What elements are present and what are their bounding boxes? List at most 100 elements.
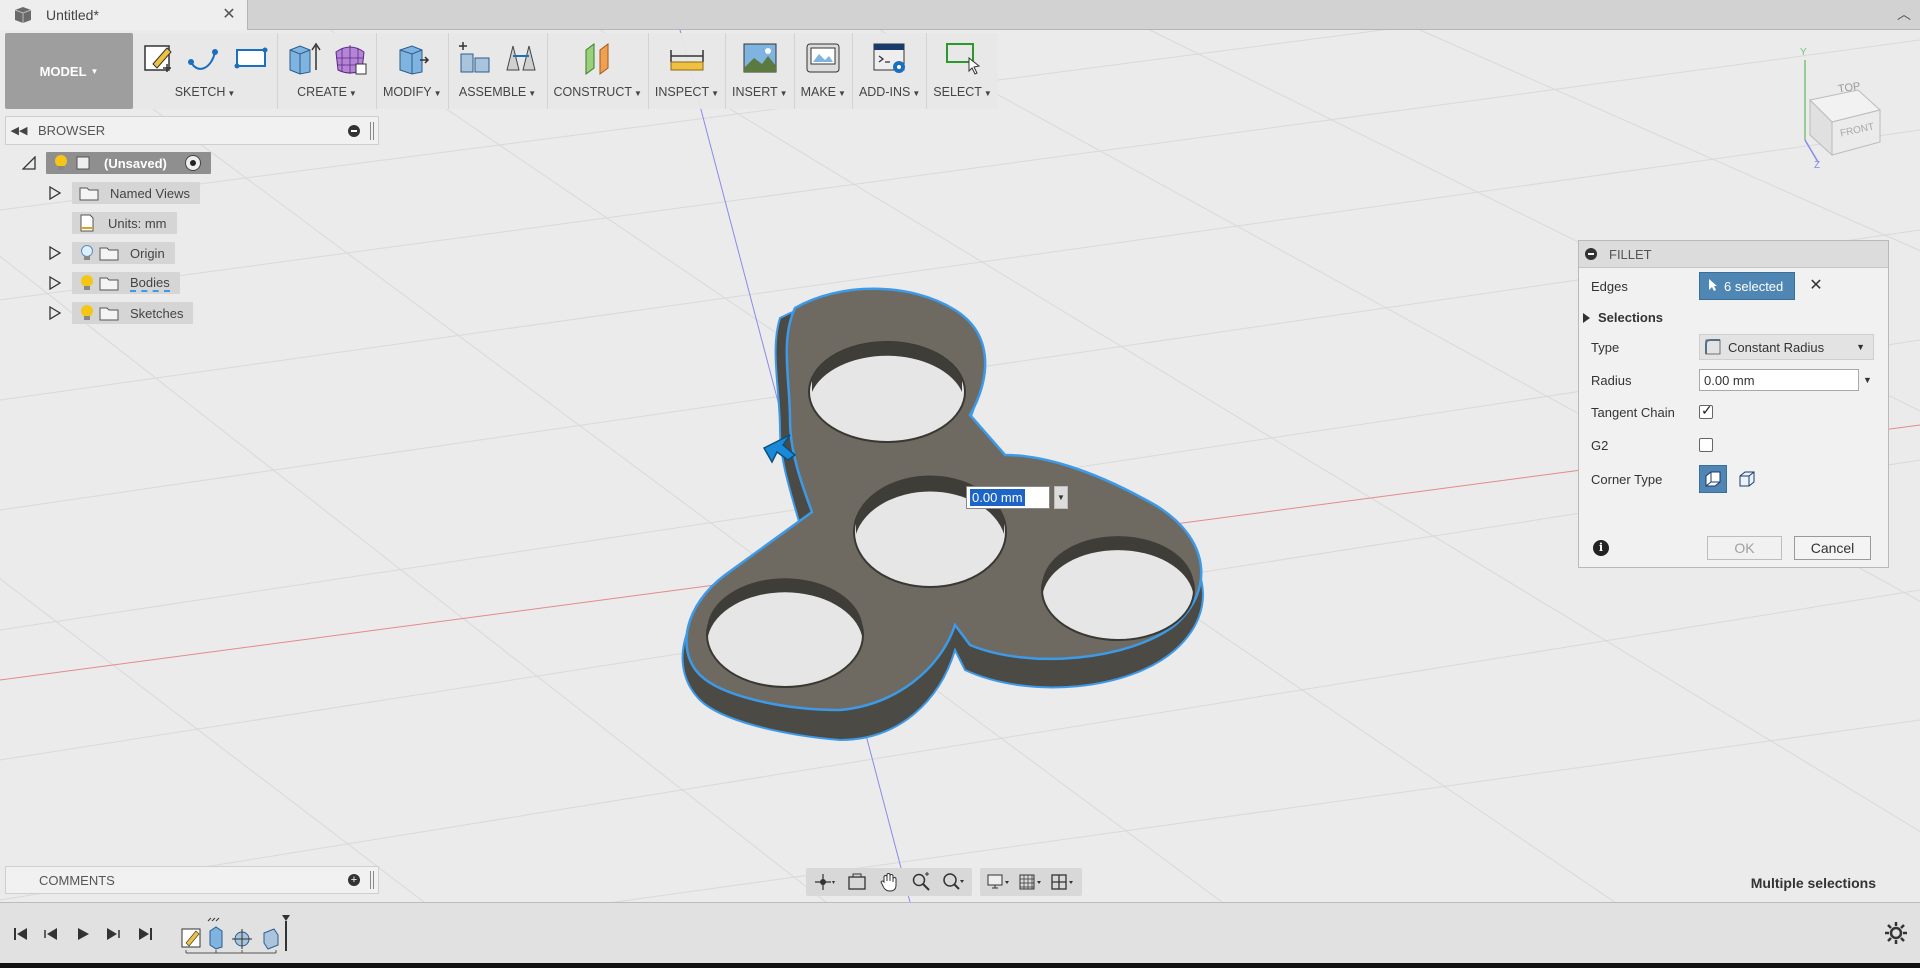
selection-status-text: Multiple selections [1750, 875, 1876, 891]
info-icon[interactable]: i [1593, 540, 1609, 556]
spinner-body[interactable] [681, 287, 1204, 742]
look-at-icon[interactable] [844, 871, 870, 893]
browser-root-label: (Unsaved) [104, 155, 167, 171]
collapse-browser-icon[interactable]: ◀◀ [6, 124, 32, 137]
edges-row: Edges 6 selected ✕ [1591, 272, 1881, 300]
edges-selection-button[interactable]: 6 selected [1699, 272, 1795, 300]
scripts-addins-icon[interactable] [870, 38, 910, 78]
expand-triangle-icon[interactable] [48, 306, 62, 320]
zoom-icon[interactable] [908, 871, 934, 893]
measure-icon[interactable] [667, 38, 707, 78]
main-toolbar: MODEL ▼ SKETCH ▼ CREATE ▼ MODIFY ▼ ASSEM… [5, 33, 998, 109]
new-component-icon[interactable] [455, 38, 495, 78]
toolbar-group-insert[interactable]: INSERT ▼ [726, 33, 795, 109]
expand-triangle-icon[interactable] [48, 246, 62, 260]
collapse-triangle-icon[interactable] [22, 156, 36, 170]
collapse-dialog-icon[interactable] [1585, 248, 1597, 260]
rectangle-tool-icon[interactable] [231, 38, 271, 78]
fillet-dialog-header[interactable]: FILLET [1579, 241, 1888, 268]
insert-image-icon[interactable] [740, 38, 780, 78]
folder-icon [78, 182, 100, 204]
form-icon[interactable] [330, 38, 370, 78]
toolbar-group-label: INSPECT [654, 85, 710, 99]
line-tool-icon[interactable] [185, 38, 225, 78]
toolbar-group-make[interactable]: MAKE ▼ [795, 33, 853, 109]
viewports-icon[interactable] [1050, 871, 1076, 893]
comments-panel-header[interactable]: COMMENTS + [5, 866, 379, 894]
toolbar-group-label: ASSEMBLE [458, 85, 527, 99]
toolbar-group-construct[interactable]: CONSTRUCT ▼ [548, 33, 649, 109]
expand-triangle-icon[interactable] [48, 186, 62, 200]
visibility-bulb-icon[interactable] [76, 272, 98, 294]
toolbar-group-sketch[interactable]: SKETCH ▼ [133, 33, 278, 109]
add-comment-icon[interactable]: + [348, 874, 360, 886]
type-dropdown[interactable]: Constant Radius ▼ [1699, 334, 1874, 360]
timeline-settings-gear-icon[interactable] [1884, 921, 1908, 945]
canvas-value-box[interactable]: 0.00 mm [966, 486, 1050, 509]
go-to-start-icon[interactable] [8, 923, 34, 945]
chevron-up-icon[interactable]: ︿ [1894, 4, 1914, 24]
workspace-switcher[interactable]: MODEL ▼ [5, 33, 133, 109]
toolbar-group-inspect[interactable]: INSPECT ▼ [649, 33, 727, 109]
cancel-button[interactable]: Cancel [1794, 536, 1871, 560]
expand-triangle-icon[interactable] [48, 276, 62, 290]
toolbar-group-create[interactable]: CREATE ▼ [278, 33, 377, 109]
create-sketch-icon[interactable] [139, 38, 179, 78]
browser-item-named-views[interactable]: Named Views [48, 182, 200, 204]
toolbar-group-modify[interactable]: MODIFY ▼ [377, 33, 449, 109]
toolbar-group-add-ins[interactable]: ADD-INS ▼ [853, 33, 928, 109]
step-back-icon[interactable] [38, 923, 64, 945]
browser-item-origin[interactable]: Origin [48, 242, 175, 264]
visibility-bulb-icon[interactable] [76, 302, 98, 324]
timeline-features[interactable] [178, 915, 308, 955]
minimize-browser-icon[interactable] [348, 124, 360, 137]
selections-section-toggle[interactable]: Selections [1583, 310, 1663, 325]
browser-item-units[interactable]: Units: mm [72, 212, 177, 234]
corner-type-row: Corner Type [1591, 463, 1881, 495]
toolbar-group-select[interactable]: SELECT ▼ [927, 33, 998, 109]
toolbar-group-label: CONSTRUCT [553, 85, 632, 99]
step-forward-icon[interactable] [100, 923, 126, 945]
drag-handle-icon[interactable] [370, 121, 374, 140]
canvas-value-dropdown-icon[interactable]: ▼ [1054, 486, 1068, 509]
ok-button[interactable]: OK [1707, 536, 1782, 560]
fillet-radius-canvas-input[interactable]: 0.00 mm ▼ [966, 485, 1068, 510]
tangent-chain-checkbox[interactable] [1699, 402, 1713, 419]
drag-handle-icon[interactable] [370, 871, 374, 889]
g2-checkbox[interactable] [1699, 438, 1713, 452]
go-to-end-icon[interactable] [132, 923, 158, 945]
fit-to-window-icon[interactable] [940, 871, 966, 893]
radius-dropdown-icon[interactable]: ▼ [1863, 375, 1872, 385]
browser-item-sketches[interactable]: Sketches [48, 302, 194, 324]
visibility-bulb-off-icon[interactable] [76, 242, 98, 264]
activate-radio-icon[interactable] [184, 155, 201, 171]
rolling-ball-corner-icon[interactable] [1699, 465, 1727, 493]
3d-print-icon[interactable] [803, 38, 843, 78]
browser-item-bodies[interactable]: Bodies [48, 272, 180, 294]
press-pull-icon[interactable] [392, 38, 432, 78]
move-feature-icon [232, 929, 252, 949]
fillet-dialog-title: FILLET [1609, 246, 1652, 262]
cursor-arrow-icon [1708, 278, 1718, 295]
view-cube[interactable] [1804, 60, 1882, 163]
display-settings-icon[interactable] [986, 871, 1012, 893]
offset-plane-icon[interactable] [578, 38, 618, 78]
pan-hand-icon[interactable] [876, 871, 902, 893]
select-window-icon[interactable] [943, 38, 983, 78]
display-settings-group [980, 868, 1082, 896]
play-icon[interactable] [70, 923, 96, 945]
browser-header[interactable]: ◀◀ BROWSER [5, 116, 379, 145]
setback-corner-icon[interactable] [1733, 465, 1761, 493]
document-tab[interactable]: Untitled* ✕ [0, 0, 248, 30]
orbit-icon[interactable] [812, 871, 838, 893]
timeline-marker-icon [282, 915, 290, 921]
grid-settings-icon[interactable] [1018, 871, 1044, 893]
joint-icon[interactable] [501, 38, 541, 78]
clear-selection-icon[interactable]: ✕ [1807, 277, 1825, 295]
extrude-icon[interactable] [284, 38, 324, 78]
toolbar-group-assemble[interactable]: ASSEMBLE ▼ [449, 33, 548, 109]
browser-root-item[interactable]: (Unsaved) [22, 152, 211, 174]
visibility-bulb-icon[interactable] [50, 152, 72, 174]
radius-input[interactable] [1699, 369, 1859, 391]
close-tab-icon[interactable]: ✕ [221, 7, 237, 23]
